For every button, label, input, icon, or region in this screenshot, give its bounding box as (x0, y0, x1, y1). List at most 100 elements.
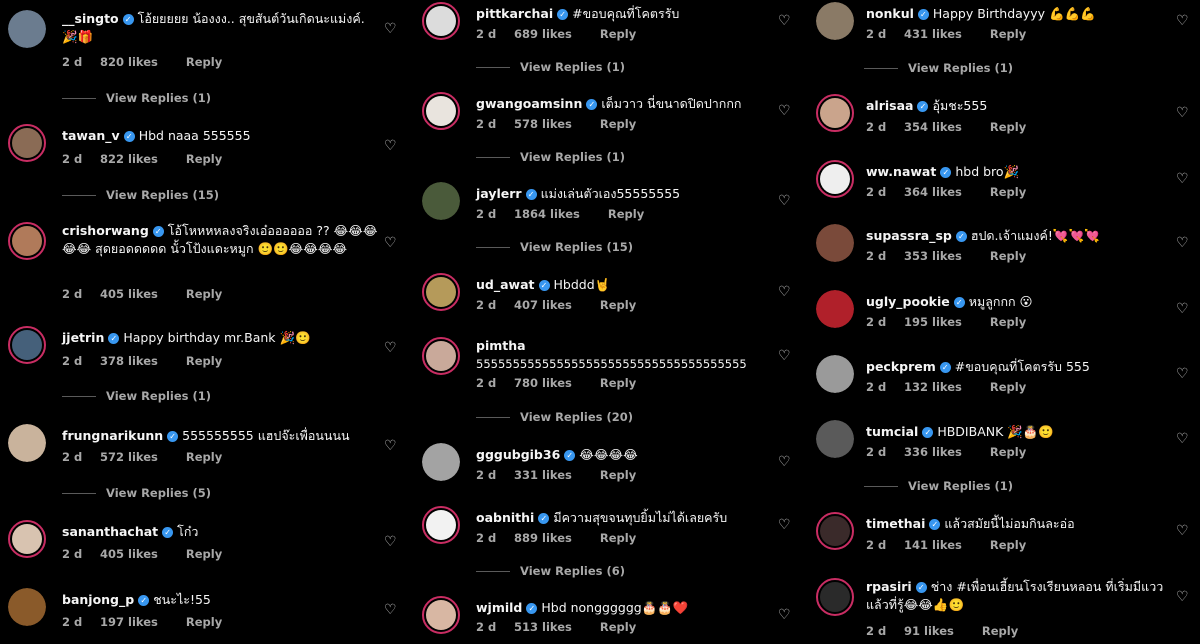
view-replies[interactable]: View Replies (6) (476, 564, 625, 578)
avatar[interactable] (8, 520, 46, 558)
username[interactable]: jjetrin (62, 330, 104, 345)
reply-button[interactable]: Reply (990, 380, 1026, 394)
reply-button[interactable]: Reply (990, 185, 1026, 199)
heart-icon[interactable]: ♡ (1176, 106, 1190, 120)
view-replies[interactable]: View Replies (1) (864, 61, 1013, 75)
view-replies[interactable]: View Replies (1) (476, 60, 625, 74)
likes-count[interactable]: 889 likes (514, 531, 572, 545)
heart-icon[interactable]: ♡ (384, 22, 398, 36)
heart-icon[interactable]: ♡ (1176, 172, 1190, 186)
avatar[interactable] (816, 420, 854, 458)
likes-count[interactable]: 378 likes (100, 354, 158, 368)
reply-button[interactable]: Reply (186, 450, 222, 464)
heart-icon[interactable]: ♡ (778, 455, 792, 469)
likes-count[interactable]: 689 likes (514, 27, 572, 41)
username[interactable]: pimtha (476, 338, 526, 353)
avatar[interactable] (422, 337, 460, 375)
avatar[interactable] (8, 124, 46, 162)
avatar[interactable] (8, 588, 46, 626)
view-replies[interactable]: View Replies (1) (476, 150, 625, 164)
username[interactable]: banjong_p (62, 592, 134, 607)
avatar[interactable] (816, 2, 854, 40)
username[interactable]: frungnarikunn (62, 428, 163, 443)
username[interactable]: crishorwang (62, 223, 149, 238)
heart-icon[interactable]: ♡ (384, 535, 398, 549)
likes-count[interactable]: 572 likes (100, 450, 158, 464)
reply-button[interactable]: Reply (982, 624, 1018, 638)
likes-count[interactable]: 407 likes (514, 298, 572, 312)
reply-button[interactable]: Reply (990, 445, 1026, 459)
heart-icon[interactable]: ♡ (778, 608, 792, 622)
view-replies[interactable]: View Replies (1) (864, 479, 1013, 493)
avatar[interactable] (8, 222, 46, 260)
avatar[interactable] (816, 94, 854, 132)
avatar[interactable] (8, 326, 46, 364)
likes-count[interactable]: 513 likes (514, 620, 572, 634)
likes-count[interactable]: 336 likes (904, 445, 962, 459)
likes-count[interactable]: 141 likes (904, 538, 962, 552)
reply-button[interactable]: Reply (186, 547, 222, 561)
view-replies[interactable]: View Replies (15) (62, 188, 219, 202)
reply-button[interactable]: Reply (608, 207, 644, 221)
avatar[interactable] (8, 424, 46, 462)
view-replies[interactable]: View Replies (5) (62, 486, 211, 500)
reply-button[interactable]: Reply (990, 315, 1026, 329)
heart-icon[interactable]: ♡ (778, 285, 792, 299)
reply-button[interactable]: Reply (186, 152, 222, 166)
heart-icon[interactable]: ♡ (778, 194, 792, 208)
username[interactable]: nonkul (866, 6, 914, 21)
username[interactable]: supassra_sp (866, 228, 952, 243)
likes-count[interactable]: 331 likes (514, 468, 572, 482)
heart-icon[interactable]: ♡ (778, 14, 792, 28)
likes-count[interactable]: 405 likes (100, 547, 158, 561)
likes-count[interactable]: 405 likes (100, 287, 158, 301)
reply-button[interactable]: Reply (600, 376, 636, 390)
likes-count[interactable]: 197 likes (100, 615, 158, 629)
heart-icon[interactable]: ♡ (1176, 432, 1190, 446)
reply-button[interactable]: Reply (186, 354, 222, 368)
heart-icon[interactable]: ♡ (778, 518, 792, 532)
likes-count[interactable]: 132 likes (904, 380, 962, 394)
avatar[interactable] (816, 355, 854, 393)
reply-button[interactable]: Reply (600, 468, 636, 482)
username[interactable]: ud_awat (476, 277, 535, 292)
avatar[interactable] (816, 578, 854, 616)
likes-count[interactable]: 354 likes (904, 120, 962, 134)
reply-button[interactable]: Reply (990, 538, 1026, 552)
likes-count[interactable]: 91 likes (904, 624, 954, 638)
avatar[interactable] (422, 182, 460, 220)
avatar[interactable] (422, 273, 460, 311)
reply-button[interactable]: Reply (990, 120, 1026, 134)
view-replies[interactable]: View Replies (1) (62, 389, 211, 403)
reply-button[interactable]: Reply (990, 27, 1026, 41)
username[interactable]: jaylerr (476, 186, 522, 201)
view-replies[interactable]: View Replies (20) (476, 410, 633, 424)
username[interactable]: oabnithi (476, 510, 534, 525)
username[interactable]: gggubgib36 (476, 447, 560, 462)
heart-icon[interactable]: ♡ (384, 236, 398, 250)
heart-icon[interactable]: ♡ (1176, 14, 1190, 28)
likes-count[interactable]: 822 likes (100, 152, 158, 166)
username[interactable]: alrisaa (866, 98, 913, 113)
heart-icon[interactable]: ♡ (1176, 302, 1190, 316)
likes-count[interactable]: 364 likes (904, 185, 962, 199)
username[interactable]: __singto (62, 11, 119, 26)
view-replies[interactable]: View Replies (1) (62, 91, 211, 105)
heart-icon[interactable]: ♡ (1176, 590, 1190, 604)
username[interactable]: gwangoamsinn (476, 96, 582, 111)
reply-button[interactable]: Reply (186, 55, 222, 69)
username[interactable]: pittkarchai (476, 6, 553, 21)
heart-icon[interactable]: ♡ (384, 603, 398, 617)
likes-count[interactable]: 820 likes (100, 55, 158, 69)
avatar[interactable] (816, 512, 854, 550)
heart-icon[interactable]: ♡ (1176, 524, 1190, 538)
username[interactable]: wjmild (476, 600, 522, 615)
username[interactable]: peckprem (866, 359, 936, 374)
heart-icon[interactable]: ♡ (1176, 367, 1190, 381)
heart-icon[interactable]: ♡ (778, 349, 792, 363)
avatar[interactable] (816, 224, 854, 262)
avatar[interactable] (422, 596, 460, 634)
username[interactable]: tumcial (866, 424, 918, 439)
likes-count[interactable]: 1864 likes (514, 207, 580, 221)
username[interactable]: ugly_pookie (866, 294, 950, 309)
